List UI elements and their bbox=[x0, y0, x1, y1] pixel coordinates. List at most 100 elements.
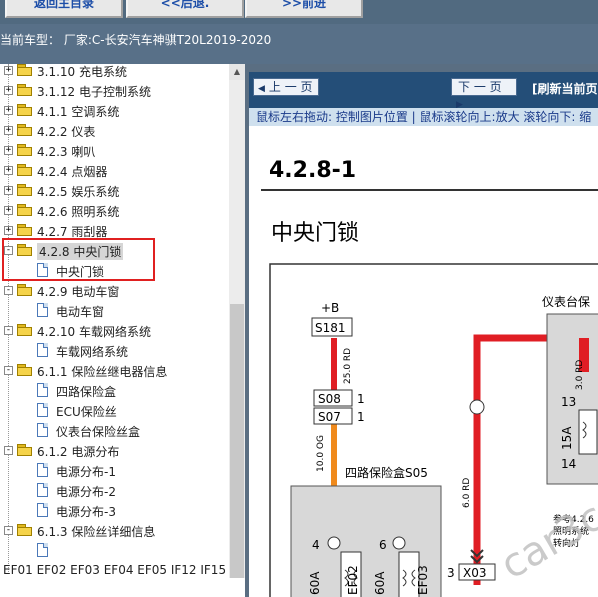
scroll-up-arrow-icon[interactable]: ▲ bbox=[229, 64, 245, 80]
x03-label: X03 bbox=[463, 566, 487, 580]
plus-b-label: +B bbox=[321, 301, 339, 315]
tree-item-label: 四路保险盒 bbox=[56, 385, 117, 399]
document-viewer: ◀ 上 一 页 下 一 页▶ [刷新当前页 鼠标左右拖动: 控制图片位置 | 鼠标… bbox=[249, 72, 598, 597]
forward-button[interactable]: >>前进 bbox=[245, 0, 363, 18]
tree-item-label: 4.2.5 娱乐系统 bbox=[37, 185, 120, 199]
tree-bottom-row[interactable] bbox=[0, 578, 245, 597]
page-icon bbox=[37, 503, 48, 517]
fuse1-name: EF02 bbox=[346, 565, 360, 595]
vehicle-info-bar: 当前车型： 厂家:C-长安汽车神骐T20L2019-2020 bbox=[0, 24, 598, 64]
tree-item-label: 4.2.3 喇叭 bbox=[37, 145, 96, 159]
expand-icon[interactable]: + bbox=[4, 66, 13, 75]
tree-guide-line bbox=[8, 64, 9, 574]
tree-item-label: 4.2.9 电动车窗 bbox=[37, 285, 120, 299]
back-button[interactable]: <<后退. bbox=[126, 0, 244, 18]
expand-icon[interactable]: + bbox=[4, 226, 13, 235]
dashboard-box-label: 仪表台保 bbox=[542, 294, 590, 309]
pin14-label: 14 bbox=[561, 457, 576, 471]
expand-icon[interactable]: + bbox=[4, 186, 13, 195]
tree-item-label: 6.1.1 保险丝继电器信息 bbox=[37, 365, 168, 379]
pin1a-label: 1 bbox=[357, 392, 365, 406]
tree-item-label: ECU保险丝 bbox=[56, 405, 117, 419]
tree-item-label: 4.2.10 车载网络系统 bbox=[37, 325, 151, 339]
next-page-button[interactable]: 下 一 页▶ bbox=[451, 78, 517, 110]
tree-item-label: 仪表台保险丝盒 bbox=[56, 425, 141, 439]
folder-open-icon bbox=[17, 284, 33, 296]
page-icon bbox=[37, 463, 48, 477]
section-title: 中央门锁 bbox=[271, 221, 360, 246]
expand-icon[interactable]: + bbox=[4, 126, 13, 135]
fuse2-rating: 60A bbox=[373, 571, 387, 595]
mouse-hint: 鼠标左右拖动: 控制图片位置 | 鼠标滚轮向上:放大 滚轮向下: 缩 bbox=[249, 108, 598, 126]
tree-item-label: 3.1.12 电子控制系统 bbox=[37, 85, 151, 99]
fuse15a-label: 15A bbox=[560, 426, 574, 450]
page-icon bbox=[37, 483, 48, 497]
folder-icon bbox=[17, 224, 33, 236]
folder-open-icon bbox=[17, 364, 33, 376]
s08-label: S08 bbox=[318, 392, 341, 406]
collapse-icon[interactable]: - bbox=[4, 526, 13, 535]
wire-6rd-label: 6.0 RD bbox=[462, 478, 472, 508]
expand-icon[interactable]: + bbox=[4, 166, 13, 175]
folder-open-icon bbox=[17, 524, 33, 536]
wiring-diagram[interactable]: +B S181 25.0 RD S08 1 S07 1 10.0 OG 四路保险… bbox=[249, 250, 598, 597]
folder-icon bbox=[17, 84, 33, 96]
tree-item-label: 4.2.2 仪表 bbox=[37, 125, 96, 139]
tree-item-label: 车载网络系统 bbox=[56, 345, 129, 359]
expand-icon[interactable]: + bbox=[4, 146, 13, 155]
navigation-tree: +3.1.10 充电系统 +3.1.12 电子控制系统 +4.1.1 空调系统 +4.… bbox=[0, 64, 229, 578]
folder-icon bbox=[17, 124, 33, 136]
viewer-header: ◀ 上 一 页 下 一 页▶ [刷新当前页 bbox=[249, 72, 598, 110]
section-number: 4.2.8-1 bbox=[269, 158, 357, 183]
tree-item-label: 电动车窗 bbox=[56, 305, 105, 319]
left-arrow-icon: ◀ bbox=[258, 84, 265, 94]
fuse-box-label: 四路保险盒S05 bbox=[345, 465, 428, 480]
expand-icon[interactable]: + bbox=[4, 206, 13, 215]
folder-open-icon bbox=[17, 324, 33, 336]
tree-item-label: 4.2.6 照明系统 bbox=[37, 205, 120, 219]
watermark: car3c bbox=[493, 494, 598, 589]
pin6-label: 6 bbox=[379, 538, 387, 552]
collapse-icon[interactable]: - bbox=[4, 286, 13, 295]
page-icon bbox=[37, 343, 48, 357]
fuse2-name: EF03 bbox=[416, 565, 430, 595]
fuse1-rating: 60A bbox=[308, 571, 322, 595]
collapse-icon[interactable]: - bbox=[4, 326, 13, 335]
tree-item-label: 6.1.3 保险丝详细信息 bbox=[37, 525, 156, 539]
s181-label: S181 bbox=[315, 321, 346, 335]
tree-item-label: 3.1.10 充电系统 bbox=[37, 65, 127, 79]
selection-highlight-box bbox=[2, 238, 155, 281]
collapse-icon[interactable]: - bbox=[4, 366, 13, 375]
expand-icon[interactable]: + bbox=[4, 86, 13, 95]
s07-label: S07 bbox=[318, 410, 341, 424]
folder-icon bbox=[17, 164, 33, 176]
pin13-label: 13 bbox=[561, 395, 576, 409]
collapse-icon[interactable]: - bbox=[4, 446, 13, 455]
top-toolbar: 返回主目录 <<后退. >>前进 bbox=[0, 0, 598, 24]
page-icon bbox=[37, 403, 48, 417]
home-button[interactable]: 返回主目录 bbox=[5, 0, 123, 18]
tree-item-label: 电源分布-3 bbox=[56, 505, 116, 519]
splice-point bbox=[469, 399, 485, 415]
page-icon bbox=[37, 383, 48, 397]
refresh-link[interactable]: [刷新当前页 bbox=[532, 80, 598, 97]
tree-item-label: 4.2.4 点烟器 bbox=[37, 165, 108, 179]
folder-open-icon bbox=[17, 444, 33, 456]
prev-page-button[interactable]: ◀ 上 一 页 bbox=[253, 78, 319, 96]
folder-icon bbox=[17, 184, 33, 196]
header-rule bbox=[261, 189, 598, 191]
page-icon bbox=[37, 543, 48, 557]
pin3-label: 3 bbox=[447, 566, 455, 580]
folder-icon bbox=[17, 144, 33, 156]
folder-icon bbox=[17, 64, 33, 76]
tree-item-label: 4.1.1 空调系统 bbox=[37, 105, 120, 119]
tree-vertical-scrollbar[interactable]: ▲ bbox=[229, 64, 245, 578]
prev-page-label: 上 一 页 bbox=[268, 80, 313, 94]
tree-item-label: 电源分布-1 bbox=[56, 465, 116, 479]
pin1b-label: 1 bbox=[357, 410, 365, 424]
scroll-thumb[interactable] bbox=[230, 304, 244, 578]
expand-icon[interactable]: + bbox=[4, 106, 13, 115]
folder-icon bbox=[17, 204, 33, 216]
pin4-label: 4 bbox=[312, 538, 320, 552]
tree-item-label: 6.1.2 电源分布 bbox=[37, 445, 120, 459]
